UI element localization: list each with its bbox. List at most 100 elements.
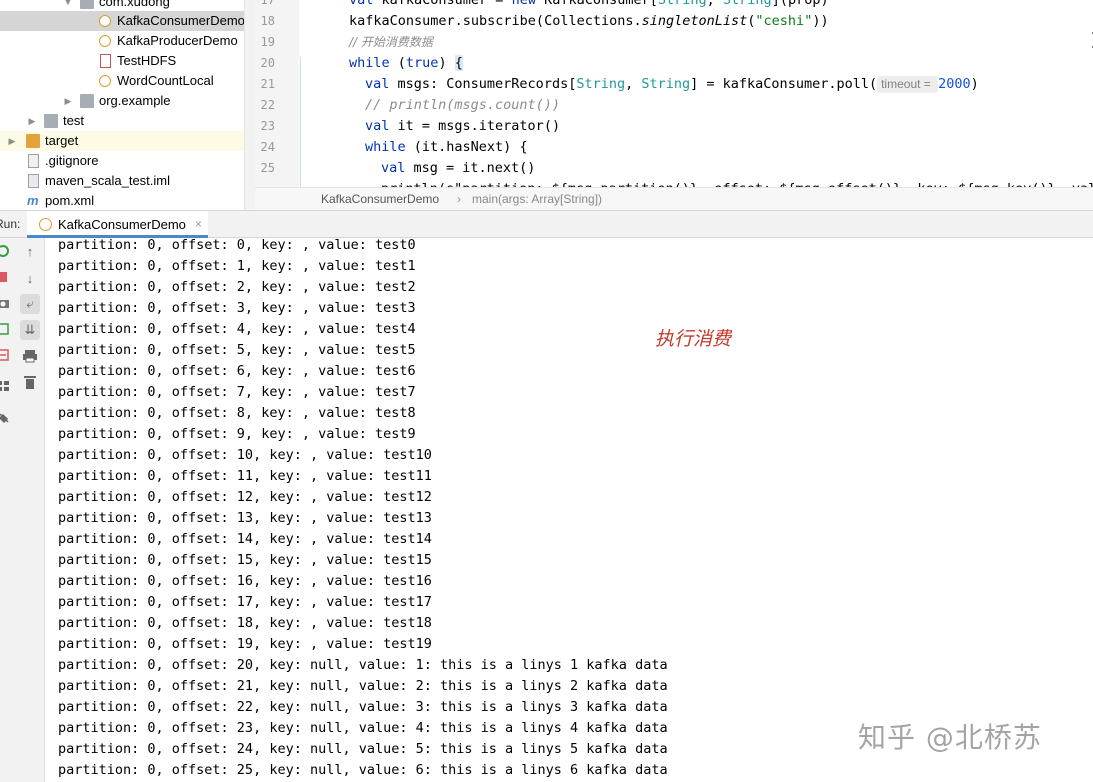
tree-item-label: org.example: [99, 93, 171, 108]
tree-item-label: maven_scala_test.iml: [45, 173, 170, 188]
code-line-22: // println(msgs.count()): [365, 97, 561, 113]
code-line-23: val it = msgs.iterator(): [365, 118, 561, 134]
line-number: 24: [260, 140, 275, 154]
scala-object-icon: [99, 15, 111, 27]
console-line: partition: 0, offset: 9, key: , value: t…: [58, 426, 416, 442]
code-editor[interactable]: 17 18 19 20 21 22 23 24 25 val kafkaCons…: [255, 0, 1093, 187]
breadcrumb-class[interactable]: KafkaConsumerDemo: [321, 188, 439, 210]
console-line: partition: 0, offset: 13, key: , value: …: [58, 510, 432, 526]
console-line: partition: 0, offset: 4, key: , value: t…: [58, 321, 416, 337]
line-number: 22: [260, 98, 275, 112]
breadcrumb-method[interactable]: main(args: Array[String]): [472, 188, 602, 210]
line-number: 25: [260, 161, 275, 175]
console-line: partition: 0, offset: 0, key: , value: t…: [58, 238, 416, 253]
console-line: partition: 0, offset: 20, key: null, val…: [58, 657, 668, 673]
exit-icon[interactable]: [0, 348, 10, 362]
console-line: partition: 0, offset: 5, key: , value: t…: [58, 342, 416, 358]
pin-icon[interactable]: [0, 412, 10, 426]
line-number: 23: [260, 119, 275, 133]
console-line: partition: 0, offset: 19, key: , value: …: [58, 636, 432, 652]
console-line: partition: 0, offset: 7, key: , value: t…: [58, 384, 416, 400]
tree-item-testhdfs[interactable]: TestHDFS: [0, 51, 244, 71]
line-number: 21: [260, 77, 275, 91]
scala-object-icon: [39, 218, 52, 231]
code-line-17: val kafkaConsumer = new KafkaConsumer[St…: [349, 0, 829, 8]
close-icon[interactable]: ×: [195, 211, 202, 238]
line-number: 19: [260, 35, 275, 49]
tree-item-kafkaproducerdemo[interactable]: KafkaProducerDemo: [0, 31, 244, 51]
tab-kafkaconsumerdemo[interactable]: KafkaConsumerDemo ×: [27, 211, 208, 238]
breadcrumb-separator: ›: [457, 192, 461, 206]
tree-item-label: pom.xml: [45, 193, 95, 208]
tree-item-target[interactable]: ▶ target: [0, 131, 244, 151]
console-line: partition: 0, offset: 15, key: , value: …: [58, 552, 432, 568]
watermark: 知乎 @北桥苏: [858, 721, 1042, 754]
code-line-25: val msg = it.next(): [381, 160, 536, 176]
editor-gutter: 17 18 19 20 21 22 23 24 25: [255, 0, 299, 187]
console-line: partition: 0, offset: 21, key: null, val…: [58, 678, 668, 694]
tree-item-label: WordCountLocal: [117, 73, 214, 88]
tree-item-gitignore[interactable]: .gitignore: [0, 151, 244, 171]
console-line: partition: 0, offset: 23, key: null, val…: [58, 720, 668, 736]
code-line-18: kafkaConsumer.subscribe(Collections.sing…: [349, 13, 829, 29]
line-number: 17: [260, 0, 275, 7]
tree-item-org-example[interactable]: ▶ org.example: [0, 91, 244, 111]
console-line: partition: 0, offset: 11, key: , value: …: [58, 468, 432, 484]
console-line: partition: 0, offset: 25, key: null, val…: [58, 762, 668, 778]
soft-wrap-icon[interactable]: ⤶: [20, 294, 40, 314]
tree-item-label: KafkaProducerDemo: [117, 33, 238, 48]
console-output[interactable]: partition: 0, offset: 0, key: , value: t…: [46, 238, 1093, 782]
console-line: partition: 0, offset: 2, key: , value: t…: [58, 279, 416, 295]
tree-scrollbar[interactable]: [244, 0, 255, 210]
package-icon: [80, 94, 94, 108]
arrow-up-icon[interactable]: ↑: [20, 242, 40, 262]
chevron-right-icon[interactable]: ▶: [6, 131, 18, 151]
file-icon: [28, 154, 39, 168]
package-icon: [80, 0, 94, 9]
print-icon[interactable]: [20, 346, 40, 366]
line-number: 20: [260, 56, 275, 70]
tree-item-wordcountlocal[interactable]: WordCountLocal: [0, 71, 244, 91]
tree-item-label: .gitignore: [45, 153, 99, 168]
parameter-hint: timeout =: [877, 76, 939, 93]
change-marker: [300, 57, 301, 187]
layout-icon[interactable]: [0, 378, 10, 392]
tree-item-test[interactable]: ▶ test: [0, 111, 244, 131]
scala-file-icon: [100, 54, 111, 68]
tree-item-pom-xml[interactable]: m pom.xml: [0, 191, 244, 210]
console-line: partition: 0, offset: 6, key: , value: t…: [58, 363, 416, 379]
console-line: partition: 0, offset: 17, key: , value: …: [58, 594, 432, 610]
console-line: partition: 0, offset: 10, key: , value: …: [58, 447, 432, 463]
excluded-folder-icon: [26, 134, 40, 148]
console-toolbar: ↑ ↓ ⤶ ⇊: [12, 238, 45, 782]
scroll-to-end-icon[interactable]: ⇊: [20, 320, 40, 340]
chevron-right-icon[interactable]: ▶: [26, 111, 38, 131]
console-line: partition: 0, offset: 18, key: , value: …: [58, 615, 432, 631]
code-line-19: // 开始消费数据: [349, 35, 433, 49]
stop-icon[interactable]: [0, 272, 7, 282]
line-number: 18: [260, 14, 275, 28]
arrow-down-icon[interactable]: ↓: [20, 269, 40, 289]
tab-label: KafkaConsumerDemo: [58, 217, 186, 232]
breadcrumb: KafkaConsumerDemo › main(args: Array[Str…: [255, 187, 1093, 210]
console-line: partition: 0, offset: 8, key: , value: t…: [58, 405, 416, 421]
rerun-icon[interactable]: [0, 244, 10, 258]
tree-item-label: target: [45, 133, 79, 148]
scala-object-icon: [99, 35, 111, 47]
chevron-right-icon[interactable]: ▶: [62, 91, 74, 111]
console-line: partition: 0, offset: 22, key: null, val…: [58, 699, 668, 715]
console-line: partition: 0, offset: 24, key: null, val…: [58, 741, 668, 757]
scala-object-icon: [99, 75, 111, 87]
restore-layout-icon[interactable]: [0, 322, 10, 336]
console-line: partition: 0, offset: 14, key: , value: …: [58, 531, 432, 547]
run-actions-toolbar: [0, 238, 12, 782]
tree-item-label: KafkaConsumerDemo: [117, 13, 244, 28]
tree-item-kafkaconsumerdemo[interactable]: KafkaConsumerDemo: [0, 11, 244, 31]
code-line-20: while (true) {: [349, 55, 463, 71]
tree-item-iml[interactable]: maven_scala_test.iml: [0, 171, 244, 191]
tree-item-label: TestHDFS: [117, 53, 177, 68]
trash-icon[interactable]: [20, 372, 40, 392]
camera-icon[interactable]: [0, 296, 10, 310]
code-line-24: while (it.hasNext) {: [365, 139, 528, 155]
code-line-26: println(s"partition: ${msg.partition()},…: [381, 179, 1093, 187]
